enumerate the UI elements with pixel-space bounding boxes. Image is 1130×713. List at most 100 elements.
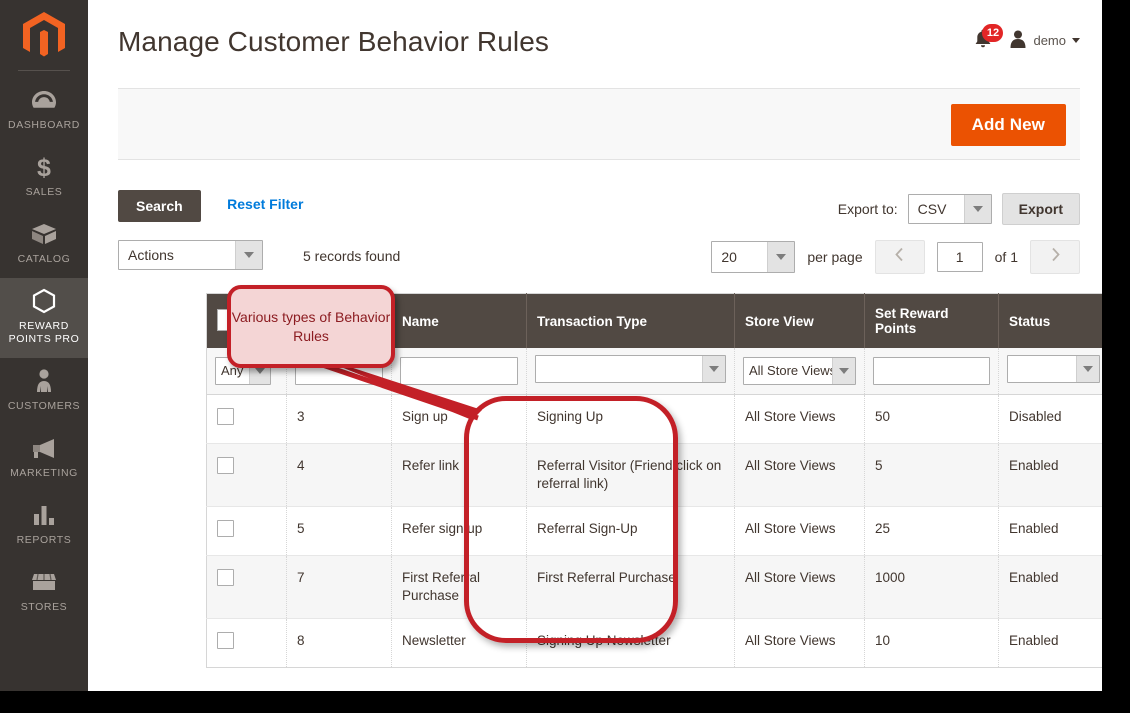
export-to-label: Export to: — [837, 201, 898, 217]
per-page-select[interactable]: 20 — [711, 241, 796, 273]
table-row[interactable]: 7 First Referral Purchase First Referral… — [206, 555, 1102, 619]
column-header-status[interactable]: Status — [998, 293, 1102, 348]
sidebar-item-stores[interactable]: STORES — [0, 559, 88, 626]
sidebar-item-label: DASHBOARD — [8, 119, 80, 131]
sidebar-item-sales[interactable]: $ SALES — [0, 144, 88, 211]
cell-store-view: All Store Views — [734, 443, 865, 507]
dollar-sign-icon: $ — [4, 154, 84, 180]
cell-points: 25 — [864, 506, 999, 556]
sidebar-item-label: REWARD POINTS PRO — [8, 320, 80, 345]
filter-points-input[interactable] — [873, 357, 990, 385]
export-button[interactable]: Export — [1001, 193, 1080, 225]
storefront-icon — [4, 569, 84, 595]
user-menu[interactable]: demo — [1009, 29, 1080, 52]
row-checkbox[interactable] — [217, 569, 234, 586]
cell-name: First Referral Purchase — [391, 555, 527, 619]
callout-text: Various types of Behavior Rules — [231, 308, 391, 344]
filter-store-view-value: All Store Views — [749, 363, 832, 378]
megaphone-icon — [4, 435, 84, 461]
export-format-value: CSV — [917, 201, 947, 217]
hexagon-icon — [4, 288, 84, 314]
chevron-down-icon — [1076, 356, 1099, 382]
chevron-down-icon — [1072, 37, 1080, 43]
bar-chart-icon — [4, 502, 84, 528]
page-header: Manage Customer Behavior Rules 12 demo — [88, 0, 1102, 82]
table-row[interactable]: 8 Newsletter Signing Up Newsletter All S… — [206, 618, 1102, 668]
notifications-button[interactable]: 12 — [973, 24, 1004, 52]
person-icon — [4, 368, 84, 394]
cell-store-view: All Store Views — [734, 506, 865, 556]
add-new-button[interactable]: Add New — [950, 104, 1066, 146]
page-actions-panel: Add New — [118, 88, 1080, 160]
search-button[interactable]: Search — [118, 190, 201, 222]
chevron-down-icon — [767, 242, 795, 272]
filter-cell-points — [864, 348, 999, 395]
callout-behavior-rules: Various types of Behavior Rules — [227, 285, 395, 368]
row-checkbox[interactable] — [217, 520, 234, 537]
mass-actions-value: Actions — [128, 247, 174, 263]
chevron-right-icon — [1051, 247, 1060, 267]
sidebar-item-label: CATALOG — [17, 253, 71, 265]
sidebar-item-label: REPORTS — [16, 534, 72, 546]
row-checkbox[interactable] — [217, 408, 234, 425]
column-header-set-reward-points[interactable]: Set Reward Points — [864, 293, 999, 348]
export-group: Export to: CSV Export — [838, 193, 1080, 225]
box-icon — [4, 221, 84, 247]
cell-status: Enabled — [998, 555, 1102, 619]
row-checkbox-cell — [206, 618, 287, 668]
page-title: Manage Customer Behavior Rules — [118, 26, 549, 57]
sidebar: DASHBOARD $ SALES CATALOG REWARD POINTS … — [0, 0, 88, 691]
magento-logo-icon[interactable] — [0, 0, 88, 70]
sidebar-item-label: STORES — [20, 601, 68, 613]
column-header-transaction-type[interactable]: Transaction Type — [526, 293, 735, 348]
sidebar-item-reward-points-pro[interactable]: REWARD POINTS PRO — [0, 278, 88, 358]
column-header-store-view[interactable]: Store View — [734, 293, 865, 348]
total-pages-label: of 1 — [994, 249, 1018, 265]
sidebar-item-customers[interactable]: CUSTOMERS — [0, 358, 88, 425]
svg-text:$: $ — [37, 154, 51, 180]
per-page-label: per page — [807, 249, 863, 265]
filter-status-value — [1008, 356, 1076, 382]
sidebar-item-reports[interactable]: REPORTS — [0, 492, 88, 559]
grid-pager: 20 per page of 1 — [711, 240, 1080, 274]
user-name-label: demo — [1033, 32, 1066, 48]
sidebar-item-label: CUSTOMERS — [7, 400, 81, 412]
cell-points: 5 — [864, 443, 999, 507]
filter-status-select[interactable] — [1007, 355, 1100, 383]
row-checkbox[interactable] — [217, 632, 234, 649]
cell-points: 50 — [864, 394, 999, 444]
user-avatar-icon — [1009, 29, 1027, 52]
row-checkbox[interactable] — [217, 457, 234, 474]
mass-actions-select[interactable]: Actions — [118, 240, 263, 270]
export-format-select[interactable]: CSV — [907, 194, 992, 224]
row-checkbox-cell — [206, 555, 287, 619]
filter-cell-store-view: All Store Views — [734, 348, 865, 395]
chevron-left-icon — [895, 247, 904, 267]
cell-status: Enabled — [998, 506, 1102, 556]
cell-name: Newsletter — [391, 618, 527, 668]
header-right: 12 demo — [973, 24, 1080, 52]
column-header-name[interactable]: Name — [391, 293, 527, 348]
previous-page-button[interactable] — [874, 240, 925, 274]
table-row[interactable]: 5 Refer sign up Referral Sign-Up All Sto… — [206, 506, 1102, 556]
filter-store-view-select[interactable]: All Store Views — [743, 357, 856, 385]
cell-store-view: All Store Views — [734, 555, 865, 619]
sidebar-item-marketing[interactable]: MARKETING — [0, 425, 88, 492]
cell-points: 10 — [864, 618, 999, 668]
chevron-down-icon — [702, 356, 725, 382]
next-page-button[interactable] — [1030, 240, 1080, 274]
cell-transaction-type: Signing Up Newsletter — [526, 618, 735, 668]
cell-transaction-type: Referral Sign-Up — [526, 506, 735, 556]
sidebar-item-dashboard[interactable]: DASHBOARD — [0, 77, 88, 144]
page-number-input[interactable] — [936, 242, 983, 272]
admin-page: DASHBOARD $ SALES CATALOG REWARD POINTS … — [0, 0, 1102, 691]
row-checkbox-cell — [206, 443, 287, 507]
sidebar-item-catalog[interactable]: CATALOG — [0, 211, 88, 278]
cell-id: 8 — [286, 618, 392, 668]
row-checkbox-cell — [206, 506, 287, 556]
reset-filter-link[interactable]: Reset Filter — [227, 196, 303, 212]
filter-cell-status — [998, 348, 1102, 395]
cell-store-view: All Store Views — [734, 394, 865, 444]
chevron-down-icon — [963, 195, 991, 223]
cell-store-view: All Store Views — [734, 618, 865, 668]
